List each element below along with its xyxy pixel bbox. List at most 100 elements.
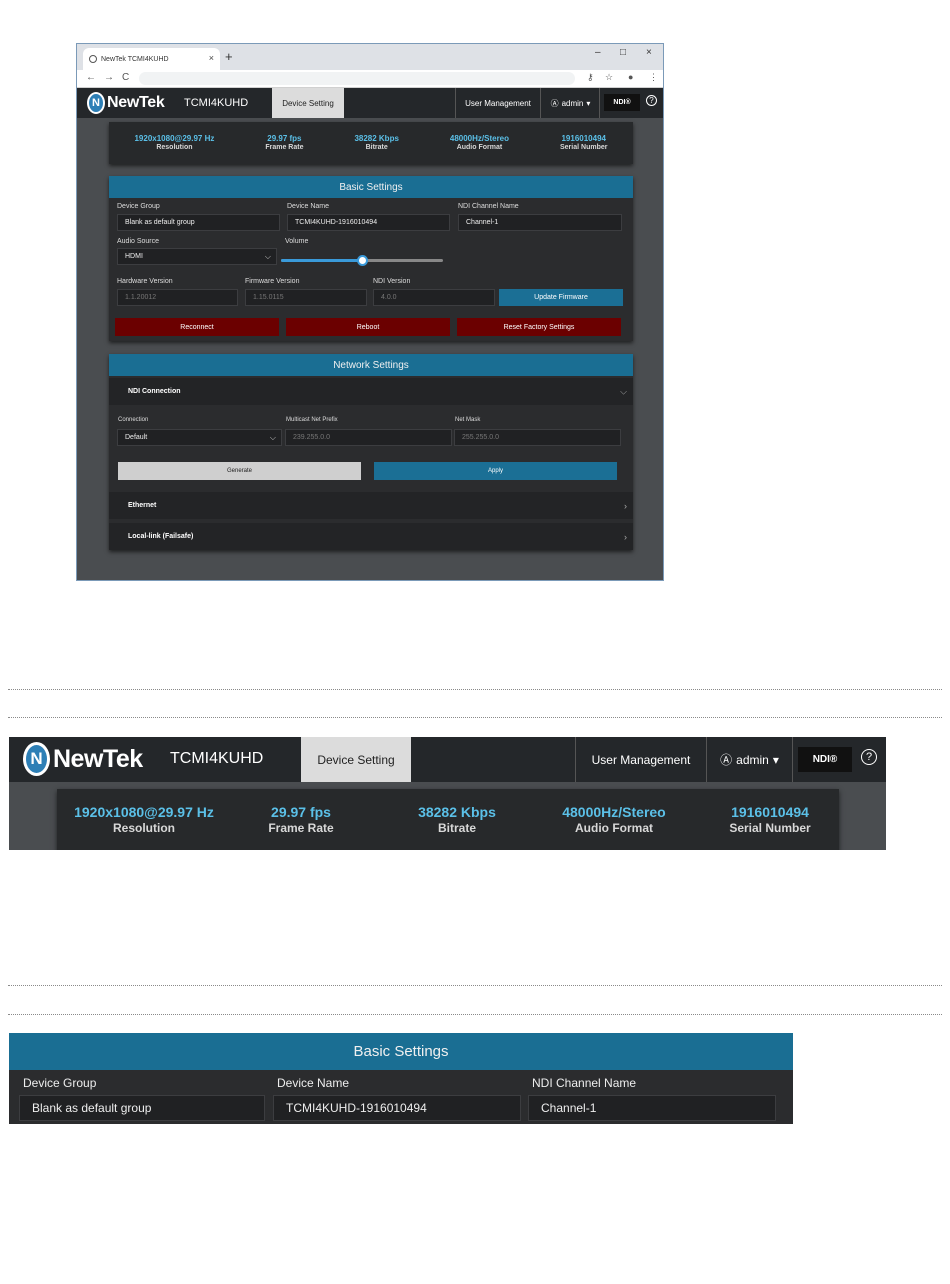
device-group-input[interactable]: Blank as default group xyxy=(19,1095,265,1121)
status-frame-rate: 29.97 fps Frame Rate xyxy=(265,134,303,152)
separator xyxy=(8,717,942,718)
key-icon[interactable]: ⚷ xyxy=(587,72,594,83)
brand-name: NewTek xyxy=(107,94,165,111)
window-close-icon[interactable]: × xyxy=(646,47,652,58)
apply-button[interactable]: Apply xyxy=(374,462,617,480)
stat-value: 29.97 fps xyxy=(271,804,331,820)
tab-device-setting[interactable]: Device Setting xyxy=(272,88,344,118)
status-frame-rate: 29.97 fps Frame Rate xyxy=(241,804,361,835)
user-name: admin xyxy=(736,752,769,767)
account-icon[interactable]: ● xyxy=(628,72,633,82)
header-detail: N NewTek TCMI4KUHD Device Setting User M… xyxy=(9,737,886,850)
newtek-logo: N NewTek xyxy=(23,742,143,776)
audio-source-select[interactable]: HDMI ⌵ xyxy=(117,248,277,265)
stat-label: Frame Rate xyxy=(265,143,304,151)
locallink-section[interactable]: Local-link (Failsafe) › xyxy=(109,523,633,550)
reboot-button[interactable]: Reboot xyxy=(286,318,450,336)
generate-button[interactable]: Generate xyxy=(118,462,361,480)
stat-label: Audio Format xyxy=(575,820,653,835)
firmware-version-label: Firmware Version xyxy=(245,278,300,285)
chevron-down-icon: ⌵ xyxy=(620,386,627,396)
newtek-logo: N NewTek xyxy=(87,92,165,114)
star-icon[interactable]: ☆ xyxy=(605,72,613,83)
tab-close-icon[interactable]: × xyxy=(209,53,214,63)
connection-select[interactable]: Default ⌵ xyxy=(117,429,282,446)
stat-label: Bitrate xyxy=(437,820,476,835)
help-icon[interactable]: ? xyxy=(861,749,877,765)
device-name-input[interactable]: TCMI4KUHD-1916010494 xyxy=(287,214,450,231)
status-resolution: 1920x1080@29.97 Hz Resolution xyxy=(134,134,214,152)
reload-icon[interactable]: C xyxy=(122,72,129,83)
ethernet-section[interactable]: Ethernet › xyxy=(109,492,633,519)
netmask-input[interactable]: 255.255.0.0 xyxy=(454,429,621,446)
ndi-button[interactable]: NDI® xyxy=(798,747,852,772)
status-serial-number: 1916010494 Serial Number xyxy=(560,134,607,152)
menu-icon[interactable]: ⋮ xyxy=(649,72,658,83)
stat-label: Resolution xyxy=(156,143,193,151)
ndi-channel-label: NDI Channel Name xyxy=(458,203,519,210)
address-input[interactable] xyxy=(139,72,575,85)
browser-tab[interactable]: NewTek TCMI4KUHD × xyxy=(83,48,220,70)
ndi-connection-section[interactable]: NDI Connection ⌵ xyxy=(109,378,633,405)
section-title: NDI Connection xyxy=(128,388,181,395)
stat-label: Serial Number xyxy=(729,820,811,835)
newtek-mark-icon: N xyxy=(23,742,50,776)
device-group-input[interactable]: Blank as default group xyxy=(117,214,280,231)
chevron-down-icon: ⌵ xyxy=(269,433,276,442)
section-title: Ethernet xyxy=(128,502,157,509)
tab-device-setting[interactable]: Device Setting xyxy=(301,737,411,782)
device-name-input[interactable]: TCMI4KUHD-1916010494 xyxy=(273,1095,521,1121)
stat-value: 29.97 fps xyxy=(267,134,302,143)
new-tab-icon[interactable]: + xyxy=(225,49,233,64)
help-icon[interactable]: ? xyxy=(646,95,657,106)
status-audio-format: 48000Hz/Stereo Audio Format xyxy=(450,134,509,152)
stat-label: Frame Rate xyxy=(268,820,334,835)
minimize-icon[interactable]: – xyxy=(595,47,601,58)
volume-fill xyxy=(281,259,362,262)
tab-user-management[interactable]: User Management xyxy=(575,737,707,782)
stat-value: 38282 Kbps xyxy=(418,804,496,820)
newtek-mark-icon: N xyxy=(87,92,105,114)
multicast-label: Multicast Net Prefix xyxy=(286,417,338,423)
audio-source-label: Audio Source xyxy=(117,238,160,245)
stat-value: 38282 Kbps xyxy=(354,134,399,143)
ndi-channel-label: NDI Channel Name xyxy=(532,1076,637,1090)
chevron-down-icon: ⌵ xyxy=(264,252,271,261)
firmware-version-field: 1.15.0115 xyxy=(245,289,367,306)
status-bitrate: 38282 Kbps Bitrate xyxy=(354,134,398,152)
chevron-right-icon: › xyxy=(624,500,627,511)
status-audio-format: 48000Hz/Stereo Audio Format xyxy=(545,804,683,835)
user-icon: Ⓐ xyxy=(550,98,559,108)
panel-title: Basic Settings xyxy=(9,1033,793,1070)
separator xyxy=(8,985,942,986)
device-group-label: Device Group xyxy=(117,203,160,210)
back-icon[interactable]: ← xyxy=(86,72,96,83)
app-header: N NewTek TCMI4KUHD Device Setting User M… xyxy=(77,88,663,118)
reconnect-button[interactable]: Reconnect xyxy=(115,318,279,336)
ndi-version-label: NDI Version xyxy=(373,278,411,285)
ndi-channel-input[interactable]: Channel-1 xyxy=(458,214,622,231)
stat-value: 48000Hz/Stereo xyxy=(449,134,510,143)
volume-knob[interactable] xyxy=(357,255,368,266)
update-firmware-button[interactable]: Update Firmware xyxy=(499,289,623,306)
separator xyxy=(8,689,942,690)
netmask-label: Net Mask xyxy=(455,417,481,423)
hardware-version-label: Hardware Version xyxy=(117,278,173,285)
user-menu[interactable]: Ⓐ admin ▾ xyxy=(707,737,793,782)
forward-icon[interactable]: → xyxy=(104,72,114,83)
ndi-channel-input[interactable]: Channel-1 xyxy=(528,1095,776,1121)
user-menu[interactable]: Ⓐ admin ▾ xyxy=(542,88,600,118)
reset-factory-button[interactable]: Reset Factory Settings xyxy=(457,318,621,336)
tab-user-management[interactable]: User Management xyxy=(455,88,541,118)
stat-label: Serial Number xyxy=(560,143,608,151)
status-strip: 1920x1080@29.97 Hz Resolution 29.97 fps Fr… xyxy=(109,122,633,164)
stat-value: 1920x1080@29.97 Hz xyxy=(134,134,215,143)
stat-value: 48000Hz/Stereo xyxy=(562,804,666,820)
stat-label: Bitrate xyxy=(365,143,388,151)
app-header: N NewTek TCMI4KUHD Device Setting User M… xyxy=(9,737,886,782)
audio-source-value: HDMI xyxy=(125,253,143,260)
user-name: admin xyxy=(561,98,584,108)
maximize-icon[interactable]: □ xyxy=(620,47,626,58)
ndi-button[interactable]: NDI® xyxy=(604,94,640,111)
multicast-input[interactable]: 239.255.0.0 xyxy=(285,429,452,446)
